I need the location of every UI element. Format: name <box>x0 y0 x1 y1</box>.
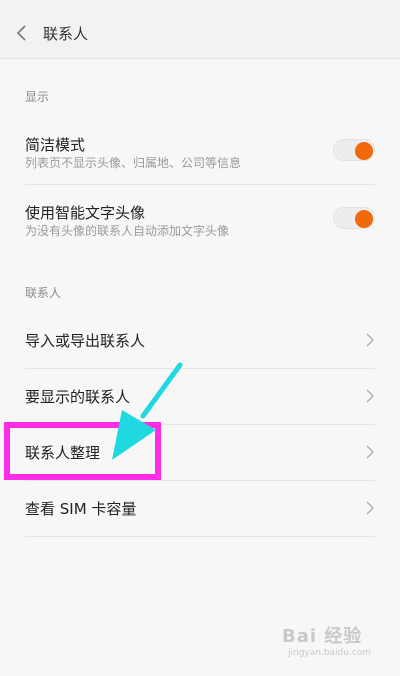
setting-simple-mode[interactable]: 简洁模式 列表页不显示头像、归属地、公司等信息 <box>0 120 400 176</box>
setting-smart-avatar[interactable]: 使用智能文字头像 为没有头像的联系人自动添加文字头像 <box>0 188 400 244</box>
menu-item-sim-capacity[interactable]: 查看 SIM 卡容量 <box>0 480 400 536</box>
setting-title: 使用智能文字头像 <box>25 204 146 222</box>
divider <box>25 536 375 537</box>
status-bar <box>0 0 400 8</box>
watermark-url: jingyan.baidu.com <box>288 648 372 658</box>
toggle-knob <box>355 142 373 160</box>
setting-title: 简洁模式 <box>25 136 86 154</box>
highlight-box <box>4 422 161 480</box>
baidu-watermark: Bai 经验 jingyan.baidu.com <box>282 622 392 662</box>
simple-mode-toggle[interactable] <box>333 139 375 161</box>
menu-item-label: 导入或导出联系人 <box>25 332 146 350</box>
menu-item-import-export[interactable]: 导入或导出联系人 <box>0 312 400 368</box>
divider <box>25 184 375 185</box>
chevron-right-icon <box>366 445 374 459</box>
smart-avatar-toggle[interactable] <box>333 207 375 229</box>
section-label-contacts: 联系人 <box>25 286 62 300</box>
chevron-right-icon <box>366 501 374 515</box>
setting-subtitle: 列表页不显示头像、归属地、公司等信息 <box>25 156 242 170</box>
section-label-display: 显示 <box>25 90 50 104</box>
chevron-right-icon <box>366 389 374 403</box>
menu-item-visible-contacts[interactable]: 要显示的联系人 <box>0 368 400 424</box>
chevron-right-icon <box>366 333 374 347</box>
top-bar: 联系人 <box>0 8 400 59</box>
menu-item-label: 查看 SIM 卡容量 <box>25 500 137 518</box>
watermark-brand: Bai 经验 <box>282 626 363 647</box>
toggle-knob <box>355 210 373 228</box>
page-title: 联系人 <box>43 25 89 43</box>
setting-subtitle: 为没有头像的联系人自动添加文字头像 <box>25 224 230 238</box>
menu-item-label: 要显示的联系人 <box>25 388 131 406</box>
back-arrow-icon[interactable] <box>14 24 32 42</box>
